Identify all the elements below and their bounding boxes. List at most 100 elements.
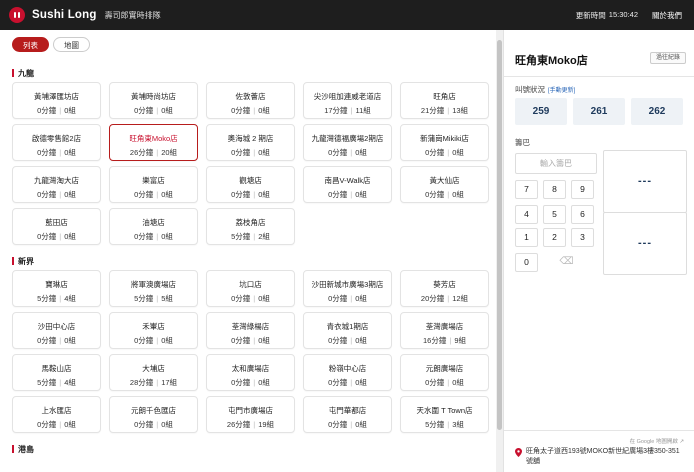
store-name: 九龍灣淘大店 (34, 176, 79, 185)
store-name: 禾輋店 (142, 322, 165, 331)
group-count: 0組 (452, 190, 464, 199)
keypad-key-3[interactable]: 3 (571, 228, 594, 247)
store-card[interactable]: 沙田中心店 0分鐘 | 0組 (12, 312, 101, 349)
separator: | (59, 232, 62, 241)
store-card[interactable]: 藍田店 0分鐘 | 0組 (12, 208, 101, 245)
ticket-input[interactable]: 輸入籌巴 (515, 153, 597, 174)
store-card[interactable]: 荔枝角店 5分鐘 | 2組 (206, 208, 295, 245)
sushi-logo-icon (9, 7, 25, 23)
separator: | (447, 378, 450, 387)
separator: | (350, 420, 353, 429)
wait-time: 0分鐘 (231, 106, 251, 115)
store-card[interactable]: 屯門市廣場店 26分鐘 | 19組 (206, 396, 295, 433)
store-status: 0分鐘 | 0組 (110, 231, 197, 242)
keypad-key-1[interactable]: 1 (515, 228, 538, 247)
store-card[interactable]: 油塘店 0分鐘 | 0組 (109, 208, 198, 245)
store-card[interactable]: 啟德零售館2店 0分鐘 | 0組 (12, 124, 101, 161)
tab-list[interactable]: 列表 (12, 37, 49, 52)
store-card[interactable]: 黃埔澤匯坊店 0分鐘 | 0組 (12, 82, 101, 119)
store-status: 5分鐘 | 3組 (401, 419, 488, 430)
wait-time: 0分鐘 (231, 336, 251, 345)
keypad-key-8[interactable]: 8 (543, 180, 566, 199)
keypad-key-4[interactable]: 4 (515, 205, 538, 224)
keypad-key-7[interactable]: 7 (515, 180, 538, 199)
store-card[interactable]: 旺角店 21分鐘 | 13組 (400, 82, 489, 119)
store-status: 0分鐘 | 0組 (207, 147, 294, 158)
detail-store-title: 旺角東Moko店 (515, 55, 588, 67)
manual-update-link[interactable]: [手動更新] (548, 88, 575, 94)
tab-map[interactable]: 地圖 (53, 37, 90, 52)
store-card[interactable]: 元朗廣場店 0分鐘 | 0組 (400, 354, 489, 391)
about-link[interactable]: 關於我們 (652, 10, 682, 21)
keypad-key-9[interactable]: 9 (571, 180, 594, 199)
wait-time: 26分鐘 (226, 420, 251, 429)
separator: | (447, 190, 450, 199)
store-card[interactable]: 尖沙咀加連威老道店 17分鐘 | 11組 (303, 82, 392, 119)
wait-time: 0分鐘 (134, 336, 154, 345)
group-count: 0組 (452, 148, 464, 157)
store-name: 坑口店 (239, 280, 262, 289)
group-count: 0組 (355, 148, 367, 157)
wait-time: 0分鐘 (231, 148, 251, 157)
store-card[interactable]: 沙田新城市廣場3期店 0分鐘 | 0組 (303, 270, 392, 307)
store-card[interactable]: 馬鞍山店 5分鐘 | 4組 (12, 354, 101, 391)
store-card[interactable]: 樂富店 0分鐘 | 0組 (109, 166, 198, 203)
store-card[interactable]: 荃灣廣場店 16分鐘 | 9組 (400, 312, 489, 349)
store-card[interactable]: 荃灣綠楊店 0分鐘 | 0組 (206, 312, 295, 349)
store-card[interactable]: 南昌V-Walk店 0分鐘 | 0組 (303, 166, 392, 203)
store-status: 0分鐘 | 0組 (13, 189, 100, 200)
group-count: 0組 (161, 106, 173, 115)
store-card[interactable]: 上水匯店 0分鐘 | 0組 (12, 396, 101, 433)
keypad-key-6[interactable]: 6 (571, 205, 594, 224)
store-card[interactable]: 太和廣場店 0分鐘 | 0組 (206, 354, 295, 391)
google-maps-link[interactable]: 在 Google 地圖開啟 ↗ (630, 437, 684, 445)
keypad-key-5[interactable]: 5 (543, 205, 566, 224)
wait-time: 26分鐘 (129, 148, 154, 157)
separator: | (350, 148, 353, 157)
separator: | (350, 294, 353, 303)
store-card[interactable]: 禾輋店 0分鐘 | 0組 (109, 312, 198, 349)
store-address: 旺角太子道西193號MOKO新世紀廣場3樓350-351號舖 (515, 447, 685, 467)
store-card[interactable]: 粉嶺中心店 0分鐘 | 0組 (303, 354, 392, 391)
separator: | (447, 294, 450, 303)
separator: | (253, 294, 256, 303)
store-card[interactable]: 屯門華都店 0分鐘 | 0組 (303, 396, 392, 433)
store-card[interactable]: 大埔店 28分鐘 | 17組 (109, 354, 198, 391)
separator: | (447, 106, 450, 115)
separator: | (59, 190, 62, 199)
store-card[interactable]: 奧海城 2 期店 0分鐘 | 0組 (206, 124, 295, 161)
store-status: 0分鐘 | 0組 (304, 335, 391, 346)
store-card[interactable]: 葵芳店 20分鐘 | 12組 (400, 270, 489, 307)
store-name: 青衣城1期店 (326, 322, 369, 331)
scrollbar-thumb[interactable] (497, 40, 502, 430)
store-card[interactable]: 天水圍 T Town店 5分鐘 | 3組 (400, 396, 489, 433)
store-card[interactable]: 旺角東Moko店 26分鐘 | 20組 (109, 124, 198, 161)
store-card[interactable]: 九龍灣德福廣場2期店 0分鐘 | 0組 (303, 124, 392, 161)
store-card[interactable]: 黃大仙店 0分鐘 | 0組 (400, 166, 489, 203)
store-card[interactable]: 將軍澳廣場店 5分鐘 | 5組 (109, 270, 198, 307)
store-card[interactable]: 青衣城1期店 0分鐘 | 0組 (303, 312, 392, 349)
keypad-key-2[interactable]: 2 (543, 228, 566, 247)
update-time: 更新時間 15:30:42 (576, 10, 638, 21)
keypad-key-0[interactable]: 0 (515, 253, 538, 272)
history-button[interactable]: 過往紀錄 (649, 52, 686, 64)
view-tabs: 列表 地圖 (12, 37, 90, 52)
store-card[interactable]: 觀塘店 0分鐘 | 0組 (206, 166, 295, 203)
backspace-icon[interactable]: ⌫ (555, 253, 578, 272)
store-name: 油塘店 (142, 218, 165, 227)
store-card[interactable]: 坑口店 0分鐘 | 0組 (206, 270, 295, 307)
wait-time: 5分鐘 (425, 420, 445, 429)
store-card[interactable]: 黃埔時尚坊店 0分鐘 | 0組 (109, 82, 198, 119)
scrollbar[interactable] (496, 30, 503, 472)
group-count: 0組 (355, 378, 367, 387)
wait-time: 17分鐘 (324, 106, 348, 115)
store-card[interactable]: 九龍灣淘大店 0分鐘 | 0組 (12, 166, 101, 203)
store-card[interactable]: 寶琳店 5分鐘 | 4組 (12, 270, 101, 307)
store-status: 0分鐘 | 0組 (207, 377, 294, 388)
store-card[interactable]: 元朗千色匯店 0分鐘 | 0組 (109, 396, 198, 433)
wait-time: 0分鐘 (231, 378, 251, 387)
group-count: 17組 (161, 378, 178, 387)
store-card[interactable]: 新蒲崗Mikiki店 0分鐘 | 0組 (400, 124, 489, 161)
store-card[interactable]: 佐敦薈店 0分鐘 | 0組 (206, 82, 295, 119)
store-name: 屯門市廣場店 (228, 406, 273, 415)
